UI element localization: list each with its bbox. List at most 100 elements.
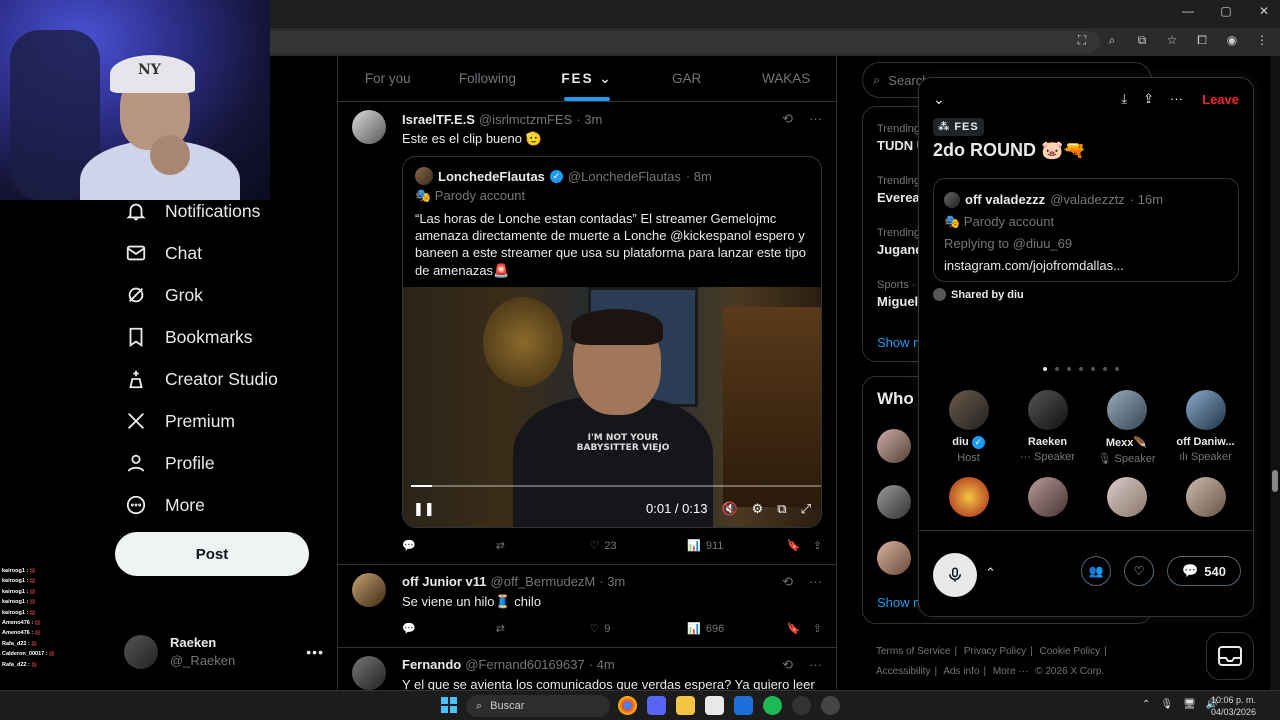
avatar[interactable] [352, 655, 386, 690]
app-icon[interactable] [792, 696, 811, 715]
carousel-dot[interactable] [1091, 367, 1095, 371]
carousel-dot[interactable] [1079, 367, 1083, 371]
extensions-icon[interactable]: ⧠ [1194, 33, 1210, 48]
maximize-button[interactable]: ▢ [1218, 4, 1234, 18]
profile-icon[interactable]: ◉ [1224, 33, 1240, 48]
more-dots-icon[interactable]: ··· [1170, 91, 1183, 107]
grok-icon[interactable]: ⟲ [782, 657, 793, 673]
tab-following[interactable]: Following [438, 56, 538, 101]
nav-creator-studio[interactable]: Creator Studio [110, 358, 330, 400]
star-icon[interactable]: ☆ [1164, 33, 1180, 48]
repost-button[interactable]: ⇄ [496, 539, 590, 552]
fullscreen-icon[interactable]: ⤢ [801, 501, 811, 517]
avatar[interactable] [877, 485, 911, 519]
tab-fes[interactable]: FES ⌄ [537, 56, 637, 101]
tweet-author-handle[interactable]: @Fernand60169637 [465, 657, 584, 672]
close-window-button[interactable]: ✕ [1256, 4, 1272, 18]
like-button[interactable]: ♡ 23 [589, 539, 687, 553]
nav-grok[interactable]: Grok [110, 274, 330, 316]
more-dots-icon[interactable]: ··· [809, 574, 822, 590]
nav-premium[interactable]: Premium [110, 400, 330, 442]
shared-post-link[interactable]: instagram.com/jojofromdallas... [944, 255, 1228, 277]
scrollbar-thumb[interactable] [1272, 470, 1278, 492]
share-icon[interactable]: ⇪ [1143, 91, 1154, 107]
windows-start-icon[interactable] [441, 697, 457, 713]
chevron-up-icon[interactable]: ⌃ [985, 565, 996, 581]
avatar[interactable] [877, 429, 911, 463]
nav-profile[interactable]: Profile [110, 442, 330, 484]
video-player[interactable]: I'M NOT YOUR BABYSITTER VIEJO ❚❚ 0:01 / … [403, 286, 821, 527]
translate-icon[interactable]: ⛶ [1074, 33, 1090, 48]
taskbar-clock[interactable]: 10:06 p. m. 04/03/2026 [1211, 694, 1256, 718]
footer-cookie[interactable]: Cookie Policy [1040, 646, 1101, 657]
post-button[interactable]: Post [115, 532, 309, 576]
minimize-space-icon[interactable]: ⤓ [1121, 91, 1127, 107]
show-more-link[interactable]: Show m [877, 335, 924, 350]
tweet-time[interactable]: · 4m [589, 657, 615, 672]
comments-button[interactable]: 💬 540 [1167, 556, 1241, 586]
mic-tray-icon[interactable]: 🎙 [1160, 699, 1173, 710]
more-dots-icon[interactable]: ··· [809, 111, 822, 127]
quoted-tweet[interactable]: LonchedeFlautas ✓ @LonchedeFlautas · 8m … [402, 156, 822, 528]
pause-icon[interactable]: ❚❚ [413, 501, 435, 517]
bookmark-button[interactable]: 🔖 [787, 622, 813, 635]
messages-fab[interactable] [1206, 632, 1254, 680]
people-button[interactable]: 👥 [1081, 556, 1111, 586]
carousel-dot[interactable] [1043, 367, 1047, 371]
file-explorer-icon[interactable] [676, 696, 695, 715]
share-button[interactable]: ⇪ [813, 539, 822, 552]
account-switcher[interactable]: Raeken @_Raeken ••• [124, 632, 324, 672]
taskbar-search[interactable]: ⌕ Buscar [466, 695, 610, 717]
speaker[interactable]: diu ✓ Host [929, 390, 1008, 465]
leave-button[interactable]: Leave [1202, 92, 1239, 107]
microphone-button[interactable] [933, 553, 977, 597]
mute-icon[interactable]: 🔇 [721, 501, 737, 517]
footer-more[interactable]: More ··· [993, 666, 1029, 677]
nav-more[interactable]: More [110, 484, 330, 526]
listener[interactable] [929, 477, 1008, 517]
browser-menu-icon[interactable]: ⋮ [1254, 33, 1270, 48]
tweet-time[interactable]: · 3m [599, 574, 625, 589]
carousel-dot[interactable] [1103, 367, 1107, 371]
minimize-button[interactable]: — [1180, 4, 1196, 18]
page-scrollbar[interactable] [1270, 56, 1280, 690]
listener[interactable] [1008, 477, 1087, 517]
repost-button[interactable]: ⇄ [496, 622, 590, 635]
tweet-time[interactable]: · 3m [576, 112, 602, 127]
network-icon[interactable]: 🖥 [1183, 699, 1196, 710]
listener[interactable] [1087, 477, 1166, 517]
avatar[interactable] [352, 110, 386, 144]
tweet[interactable]: Fernando @Fernand60169637 · 4m ⟲ ··· Y e… [338, 648, 836, 690]
footer-ads-info[interactable]: Ads info [943, 666, 979, 677]
speaker[interactable]: Mexx🪶 🎙 Speaker [1087, 390, 1166, 465]
carousel-dot[interactable] [1115, 367, 1119, 371]
grok-icon[interactable]: ⟲ [782, 111, 793, 127]
tweet-author-handle[interactable]: @isrlmctzmFES [479, 112, 572, 127]
grok-icon[interactable]: ⟲ [782, 574, 793, 590]
settings-gear-icon[interactable]: ⚙ [752, 501, 764, 517]
carousel-dot[interactable] [1067, 367, 1071, 371]
chevron-up-icon[interactable]: ⌃ [1142, 699, 1150, 710]
show-more-link[interactable]: Show m [877, 595, 924, 610]
tab-for-you[interactable]: For you [338, 56, 438, 101]
footer-accessibility[interactable]: Accessibility [876, 666, 930, 677]
spotify-icon[interactable] [763, 696, 782, 715]
avatar[interactable] [877, 541, 911, 575]
more-dots-icon[interactable]: ··· [809, 657, 822, 673]
obs-icon[interactable] [821, 696, 840, 715]
tab-gar[interactable]: GAR [637, 56, 737, 101]
tweet[interactable]: IsraelTF.E.S @isrlmctzmFES · 3m ⟲ ··· Es… [338, 102, 836, 565]
footer-privacy[interactable]: Privacy Policy [964, 646, 1026, 657]
tweet[interactable]: off Junior v11 @off_BermudezM · 3m ⟲ ···… [338, 565, 836, 648]
chrome-icon[interactable] [618, 696, 637, 715]
tweet-author-handle[interactable]: @off_BermudezM [491, 574, 596, 589]
tab-wakas[interactable]: WAKAS [736, 56, 836, 101]
speaker[interactable]: Raeken ··· Speaker [1008, 390, 1087, 465]
speaker[interactable]: off Daniw... ılı Speaker [1166, 390, 1245, 465]
carousel-dot[interactable] [1055, 367, 1059, 371]
video-progress-bar[interactable] [411, 484, 821, 487]
nav-bookmarks[interactable]: Bookmarks [110, 316, 330, 358]
listener[interactable] [1166, 477, 1245, 517]
nav-chat[interactable]: Chat [110, 232, 330, 274]
nav-notifications[interactable]: Notifications [110, 190, 330, 232]
